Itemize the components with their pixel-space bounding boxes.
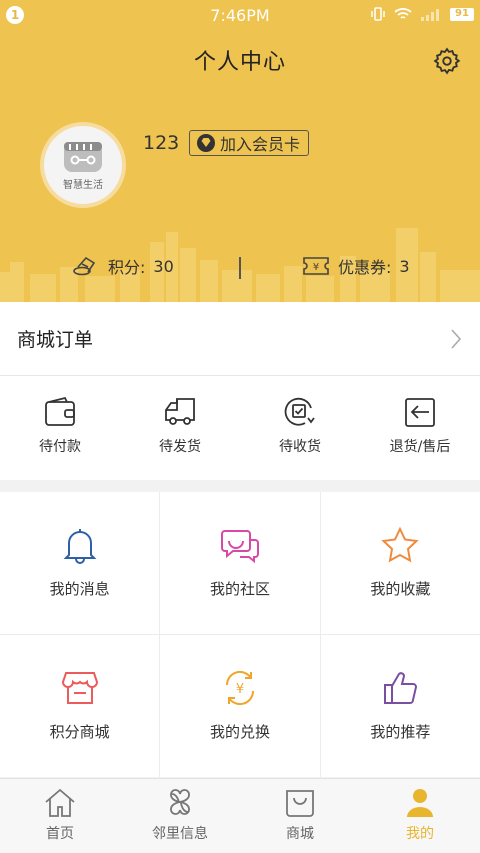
points-label: 积分: — [108, 258, 146, 277]
stats-bar: 积分: 30 ¥ 优惠券: 3 — [0, 254, 480, 284]
person-icon — [407, 789, 433, 817]
home-icon — [45, 788, 75, 817]
settings-button[interactable] — [432, 46, 462, 76]
grid-item-label: 我的兑换 — [209, 723, 270, 741]
feature-grid: 我的消息 我的社区 我的收藏 积分商城 ¥ 我的兑换 我的推荐 — [0, 492, 480, 777]
points-value: 30 — [153, 256, 174, 276]
order-item-label: 待发货 — [159, 439, 201, 455]
coupon-ticket-icon: ¥ — [303, 257, 329, 275]
signal-icon — [420, 7, 442, 21]
username: 123 — [143, 132, 180, 154]
page-title: 个人中心 — [193, 50, 286, 75]
avatar-caption: 智慧生活 — [63, 179, 103, 191]
nav-mine[interactable]: 我的 — [360, 779, 480, 853]
gear-icon — [433, 47, 461, 75]
diamond-badge-icon — [197, 134, 215, 152]
shop-icon — [61, 672, 98, 704]
order-item-label: 退货/售后 — [389, 439, 451, 455]
my-favorites-item[interactable]: 我的收藏 — [320, 492, 480, 634]
coupons-stat[interactable]: ¥ 优惠券: 3 — [302, 254, 410, 278]
star-icon — [381, 526, 420, 563]
wallet-icon — [45, 396, 75, 426]
clover-icon — [170, 789, 190, 815]
grid-item-label: 我的社区 — [209, 580, 270, 598]
grid-item-label: 积分商城 — [49, 723, 110, 741]
exchange-icon: ¥ — [225, 670, 254, 706]
order-item-label: 待收货 — [279, 439, 321, 455]
coupons-label: 优惠券: — [338, 258, 392, 277]
grid-item-label: 我的推荐 — [370, 723, 431, 741]
coins-icon — [73, 256, 96, 276]
points-mall-item[interactable]: 积分商城 — [0, 635, 160, 777]
my-community-item[interactable]: 我的社区 — [160, 492, 320, 634]
avatar[interactable]: 智慧生活 — [40, 122, 126, 208]
return-icon — [405, 398, 435, 427]
join-member-card-label: 加入会员卡 — [220, 135, 301, 154]
chevron-right-icon — [451, 328, 462, 349]
wifi-icon — [394, 7, 412, 21]
nav-label: 首页 — [46, 826, 74, 842]
battery-indicator: 91 — [450, 7, 474, 21]
order-returns-aftersales[interactable]: 退货/售后 — [360, 376, 480, 479]
nav-label: 商城 — [286, 826, 314, 842]
bottom-navigation: 首页 邻里信息 商城 我的 — [0, 778, 480, 853]
thumbs-up-icon — [384, 672, 418, 704]
nav-home[interactable]: 首页 — [0, 779, 120, 853]
bell-icon — [63, 529, 97, 564]
svg-text:¥: ¥ — [313, 262, 319, 273]
mall-orders-section: 商城订单 待付款 待发货 待收货 退货/售后 — [0, 302, 480, 480]
my-recommendations-item[interactable]: 我的推荐 — [320, 635, 480, 777]
mall-orders-title: 商城订单 — [17, 329, 94, 351]
order-pending-receipt[interactable]: 待收货 — [240, 376, 360, 479]
receive-icon — [284, 397, 315, 426]
svg-text:¥: ¥ — [236, 682, 244, 697]
grid-item-label: 我的收藏 — [370, 580, 431, 598]
chat-bubbles-icon — [220, 530, 259, 564]
order-pending-payment[interactable]: 待付款 — [0, 376, 120, 479]
my-messages-item[interactable]: 我的消息 — [0, 492, 160, 634]
mall-orders-header[interactable]: 商城订单 — [0, 302, 480, 376]
points-stat[interactable]: 积分: 30 — [72, 254, 174, 278]
my-exchange-item[interactable]: ¥ 我的兑换 — [160, 635, 320, 777]
join-member-card-button[interactable]: 加入会员卡 — [189, 130, 310, 156]
shopping-bag-icon — [286, 790, 314, 817]
coupons-value: 3 — [399, 256, 410, 276]
vibrate-icon — [370, 6, 386, 22]
status-bar: 1 7:46PM 91 — [0, 0, 480, 30]
nav-mall[interactable]: 商城 — [240, 779, 360, 853]
stats-divider — [239, 257, 241, 279]
truck-icon — [165, 398, 195, 425]
nav-label: 邻里信息 — [152, 826, 208, 842]
nav-neighborhood-info[interactable]: 邻里信息 — [120, 779, 240, 853]
grid-item-label: 我的消息 — [49, 580, 110, 598]
order-item-label: 待付款 — [39, 439, 81, 455]
profile-header: 个人中心 智慧生活 123 加入会员卡 积分: 30 ¥ 优惠券: 3 — [0, 0, 480, 302]
avatar-face-icon — [64, 141, 102, 172]
order-pending-shipment[interactable]: 待发货 — [120, 376, 240, 479]
nav-label: 我的 — [406, 826, 434, 842]
